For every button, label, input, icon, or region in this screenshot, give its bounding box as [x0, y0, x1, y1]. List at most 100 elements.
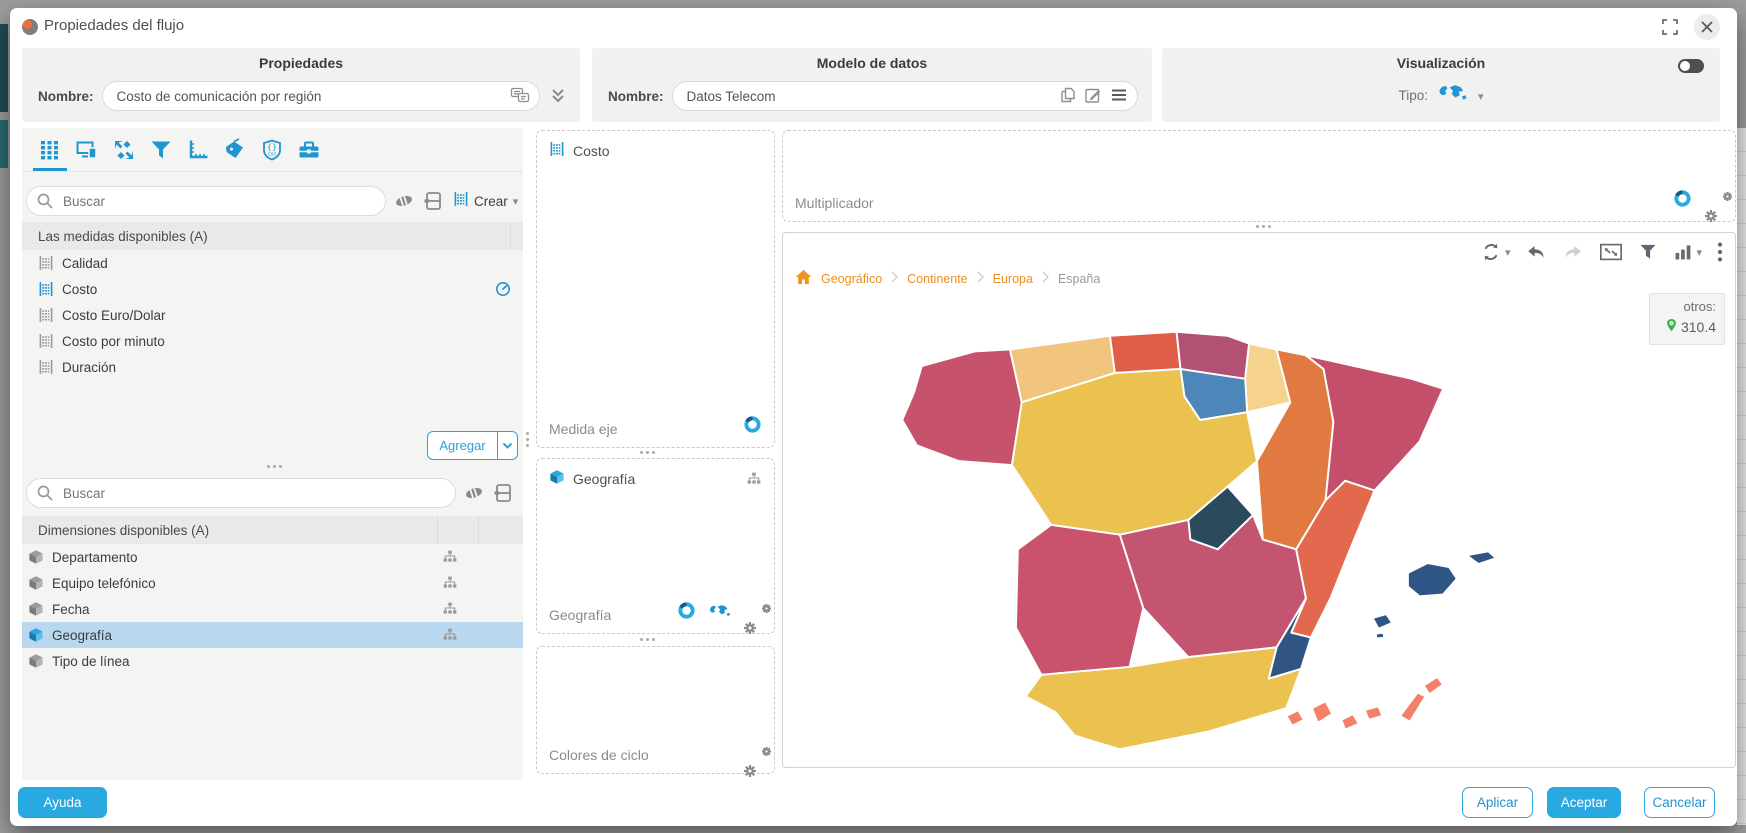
- notebook-icon[interactable]: [422, 190, 444, 212]
- map-region-Galicia[interactable]: [902, 349, 1022, 465]
- radial-option-icon[interactable]: [743, 415, 762, 439]
- section-splitter-handle[interactable]: [267, 465, 282, 468]
- map-mini-icon[interactable]: [709, 604, 731, 623]
- geografia-chip[interactable]: Geografía: [549, 469, 635, 488]
- fit-to-screen-icon[interactable]: [1599, 241, 1623, 263]
- tab-data-grid-icon[interactable]: [38, 138, 62, 162]
- chart-type-dropdown-icon: [1696, 243, 1702, 261]
- costo-chip[interactable]: Costo: [549, 141, 610, 160]
- filter-icon[interactable]: [1638, 242, 1658, 262]
- map-region-Extremadura[interactable]: [1016, 525, 1143, 675]
- edit-icon[interactable]: [1084, 86, 1102, 109]
- notebook-icon[interactable]: [492, 482, 514, 504]
- data-model-panel: Modelo de datos Nombre:: [592, 48, 1152, 122]
- home-icon[interactable]: [795, 269, 812, 288]
- map-type-icon[interactable]: [1438, 84, 1468, 107]
- dimensions-search-input[interactable]: [26, 478, 456, 508]
- aceptar-button[interactable]: Aceptar: [1547, 787, 1621, 818]
- expand-properties-chevrons-icon[interactable]: [546, 83, 570, 109]
- cube-icon: [28, 601, 44, 617]
- cancelar-button[interactable]: Cancelar: [1644, 787, 1715, 818]
- tab-css-shield-icon[interactable]: {} css: [260, 138, 284, 162]
- background-accent: [0, 24, 8, 112]
- close-icon[interactable]: [1694, 14, 1720, 40]
- dimension-row[interactable]: Tipo de línea: [22, 648, 523, 674]
- measure-row[interactable]: Duración: [22, 354, 523, 380]
- zone-splitter-handle[interactable]: [640, 451, 655, 454]
- new-document-icon[interactable]: [1059, 86, 1076, 109]
- svg-text:{}: {}: [267, 142, 277, 151]
- map-region-Illes Balears[interactable]: [1373, 551, 1496, 638]
- flow-name-input[interactable]: [102, 81, 540, 111]
- dimension-row[interactable]: Geografía: [22, 622, 523, 648]
- measure-label: Costo por minuto: [62, 334, 165, 349]
- panel-splitter-handle[interactable]: [526, 432, 529, 447]
- measure-row[interactable]: Calidad: [22, 250, 523, 276]
- redo-icon[interactable]: [1562, 241, 1584, 263]
- tab-toolbox-icon[interactable]: [297, 138, 321, 162]
- abacus-icon: [549, 141, 565, 160]
- measure-row[interactable]: Costo Euro/Dolar: [22, 302, 523, 328]
- settings-gears-icon[interactable]: [744, 604, 762, 622]
- visualization-toggle[interactable]: [1678, 59, 1704, 73]
- zone-splitter-handle[interactable]: [640, 638, 655, 641]
- dimension-row[interactable]: Fecha: [22, 596, 523, 622]
- hierarchy-icon[interactable]: [746, 471, 762, 492]
- measure-label: Duración: [62, 360, 116, 375]
- visualization-panel: Visualización Tipo:: [1162, 48, 1720, 122]
- dropzone-colores-ciclo[interactable]: Colores de ciclo: [536, 646, 775, 774]
- map-region-Canarias[interactable]: [1286, 677, 1443, 730]
- crear-label: Crear: [474, 194, 508, 209]
- agregar-dropdown-icon[interactable]: [497, 431, 518, 460]
- dimension-label: Equipo telefónico: [52, 576, 156, 591]
- tipo-label: Tipo:: [1398, 88, 1428, 103]
- measure-row[interactable]: Costo: [22, 276, 523, 302]
- dropzone-medida-eje[interactable]: Costo Medida eje: [536, 130, 775, 448]
- legend-label: otros:: [1656, 299, 1716, 314]
- screen: Propiedades del flujo Propiedades Nombre…: [0, 0, 1746, 833]
- tab-devices-icon[interactable]: [75, 138, 99, 162]
- tab-filter-icon[interactable]: [149, 138, 173, 162]
- refresh-icon[interactable]: [1480, 241, 1511, 263]
- measures-search-input[interactable]: [26, 186, 386, 216]
- spain-choropleth-map[interactable]: [863, 273, 1633, 763]
- dropzone-multiplicador[interactable]: Multiplicador: [782, 130, 1736, 222]
- undo-icon[interactable]: [1525, 241, 1547, 263]
- crear-button[interactable]: Crear: [453, 191, 518, 212]
- hide-eye-icon[interactable]: [463, 482, 485, 504]
- maximize-icon[interactable]: [1660, 17, 1680, 37]
- zone-splitter-handle[interactable]: [1256, 225, 1271, 228]
- visualization-panel-title: Visualización: [1162, 48, 1720, 71]
- settings-gears-icon[interactable]: [744, 747, 762, 765]
- tab-tag-icon[interactable]: [223, 138, 247, 162]
- dimension-row[interactable]: Departamento: [22, 544, 523, 570]
- dimension-row[interactable]: Equipo telefónico: [22, 570, 523, 596]
- chart-type-icon[interactable]: [1673, 242, 1702, 262]
- translate-icon[interactable]: [510, 86, 530, 109]
- hierarchy-icon[interactable]: [442, 549, 458, 565]
- hierarchy-icon[interactable]: [442, 601, 458, 617]
- ayuda-button[interactable]: Ayuda: [18, 787, 107, 818]
- hide-eye-icon[interactable]: [393, 190, 415, 212]
- radial-option-icon[interactable]: [1673, 189, 1692, 213]
- kebab-menu-icon[interactable]: [1717, 241, 1723, 263]
- cube-icon: [28, 575, 44, 591]
- radial-option-icon[interactable]: [677, 601, 696, 625]
- map-region-Cantabria[interactable]: [1110, 332, 1181, 373]
- tab-interactions-icon[interactable]: [112, 138, 136, 162]
- measure-row[interactable]: Costo por minuto: [22, 328, 523, 354]
- settings-gears-icon[interactable]: [1705, 192, 1723, 210]
- background-accent: [0, 120, 8, 168]
- hierarchy-icon[interactable]: [442, 575, 458, 591]
- hierarchy-icon[interactable]: [442, 627, 458, 643]
- tab-ruler-icon[interactable]: [186, 138, 210, 162]
- dropzone-geografia[interactable]: Geografía Geografía: [536, 458, 775, 634]
- search-icon: [36, 192, 54, 215]
- dimension-label: Fecha: [52, 602, 90, 617]
- agregar-button[interactable]: Agregar: [427, 431, 518, 460]
- menu-icon[interactable]: [1110, 87, 1128, 108]
- aplicar-button[interactable]: Aplicar: [1462, 787, 1533, 818]
- content-sidebar: {} css: [22, 128, 523, 780]
- map-type-dropdown-icon[interactable]: [1478, 87, 1484, 105]
- measure-label: Costo: [62, 282, 97, 297]
